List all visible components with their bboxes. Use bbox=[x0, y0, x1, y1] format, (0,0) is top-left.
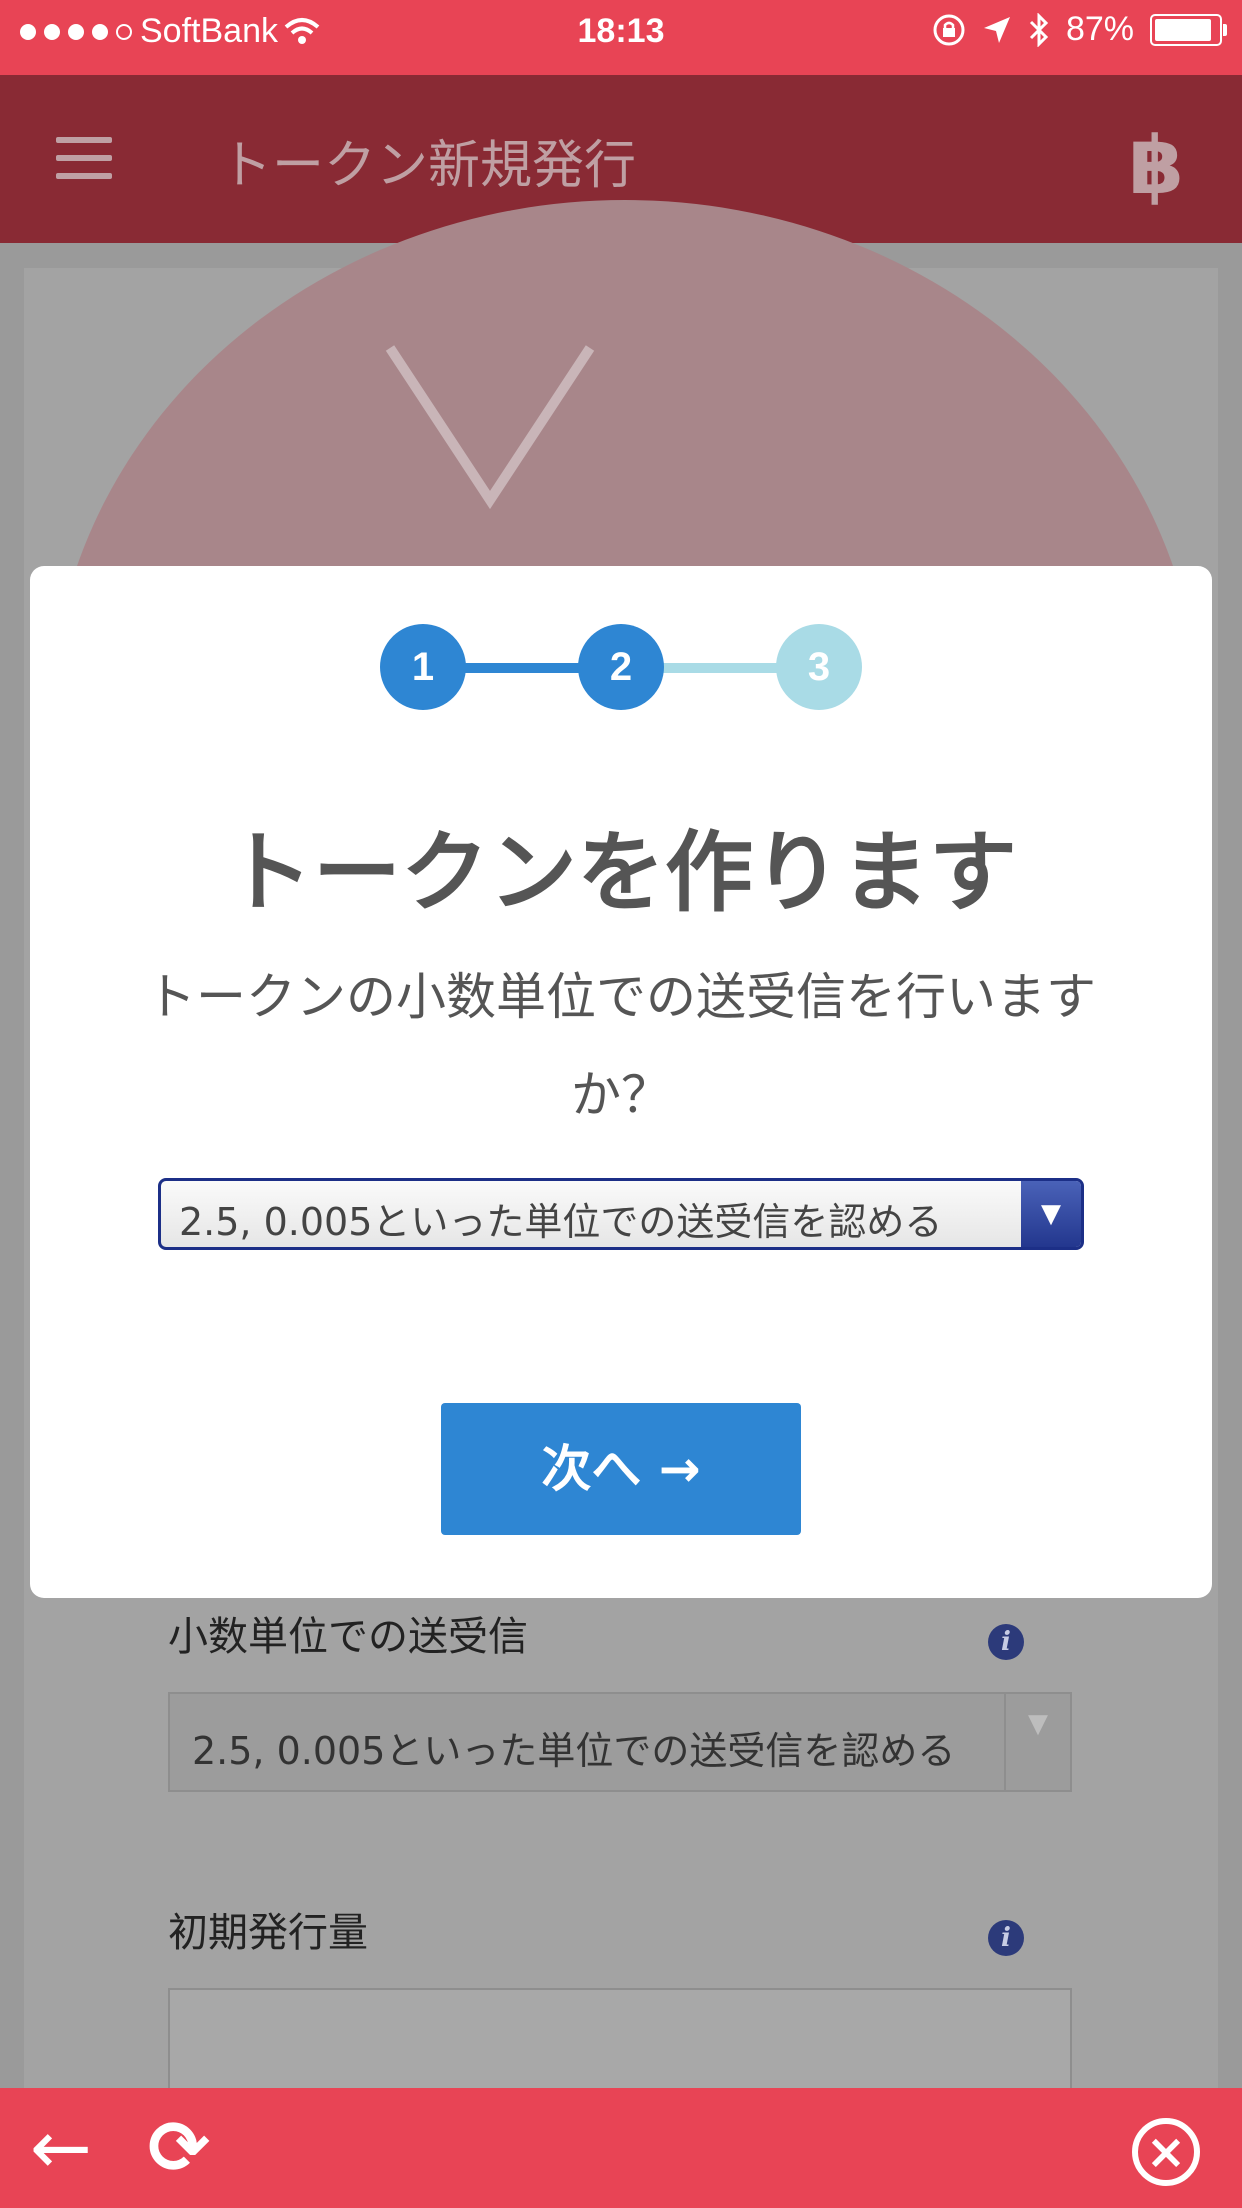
decimal-select[interactable]: 2.5, 0.005といった単位での送受信を認める ▼ bbox=[168, 1692, 1072, 1792]
info-icon[interactable]: i bbox=[988, 1920, 1024, 1956]
modal-dialog: 1 2 3 トークンを作ります トークンの小数単位での送受信を行いますか？ 2.… bbox=[30, 566, 1212, 1598]
modal-question: トークンの小数単位での送受信を行いますか？ bbox=[146, 968, 1096, 1124]
info-icon[interactable]: i bbox=[988, 1624, 1024, 1660]
decimal-label: 小数単位での送受信 bbox=[168, 1614, 528, 1660]
status-bar: SoftBank 18:13 87% bbox=[0, 0, 1242, 75]
decimal-option-select[interactable]: 2.5, 0.005といった単位での送受信を認める ▼ bbox=[158, 1178, 1084, 1250]
battery-icon bbox=[1150, 13, 1227, 46]
chevron-down-icon: ▼ bbox=[1021, 1181, 1081, 1247]
select-value: 2.5, 0.005といった単位での送受信を認める bbox=[179, 1200, 943, 1244]
bitcoin-icon[interactable]: ฿ bbox=[1128, 119, 1184, 212]
chevron-down-icon: ▼ bbox=[1004, 1694, 1070, 1790]
step-3: 3 bbox=[776, 624, 862, 710]
battery-percent: 87% bbox=[1065, 10, 1134, 48]
status-icons: 87% bbox=[932, 10, 1227, 49]
back-arrow-icon[interactable]: ← bbox=[30, 2108, 92, 2188]
modal-title: トークンを作ります bbox=[224, 821, 1017, 924]
hamburger-icon[interactable] bbox=[56, 137, 112, 181]
page-title: トークン新規発行 bbox=[220, 136, 637, 196]
rotation-lock-icon bbox=[933, 14, 965, 45]
browser-toolbar: ← ⟳ × bbox=[0, 2088, 1242, 2208]
step-1: 1 bbox=[380, 624, 466, 710]
next-button[interactable]: 次へ → bbox=[441, 1403, 801, 1535]
step-2: 2 bbox=[578, 624, 664, 710]
close-icon[interactable]: × bbox=[1132, 2118, 1200, 2186]
step-indicator: 1 2 3 bbox=[380, 624, 862, 710]
location-icon bbox=[983, 16, 1010, 43]
initial-issue-label: 初期発行量 bbox=[168, 1910, 368, 1956]
refresh-icon[interactable]: ⟳ bbox=[148, 2108, 210, 2188]
decimal-select-value: 2.5, 0.005といった単位での送受信を認める bbox=[192, 1729, 956, 1773]
bluetooth-icon bbox=[1029, 12, 1049, 47]
